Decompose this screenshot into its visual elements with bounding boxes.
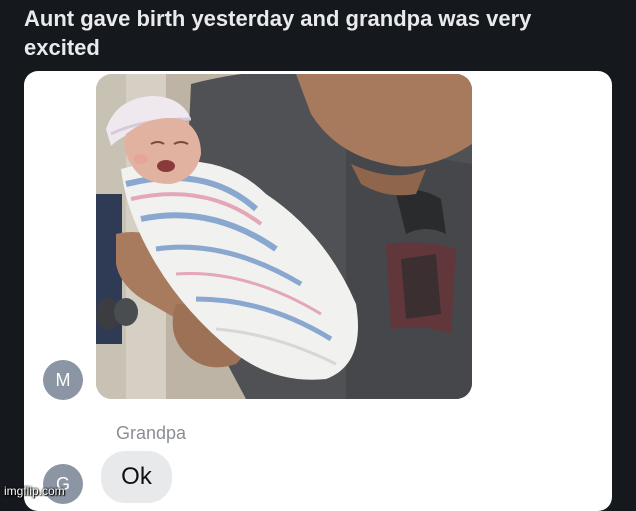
message-bubble[interactable]: Ok [101,451,172,503]
post-title: Aunt gave birth yesterday and grandpa wa… [24,6,532,60]
avatar-m[interactable]: M [43,360,83,400]
imgflip-watermark: imgflip.com [4,484,65,498]
sender-name: Grandpa [116,423,187,443]
message-card: M Grandpa G Ok [24,71,612,511]
newborn-photo[interactable] [96,74,472,399]
